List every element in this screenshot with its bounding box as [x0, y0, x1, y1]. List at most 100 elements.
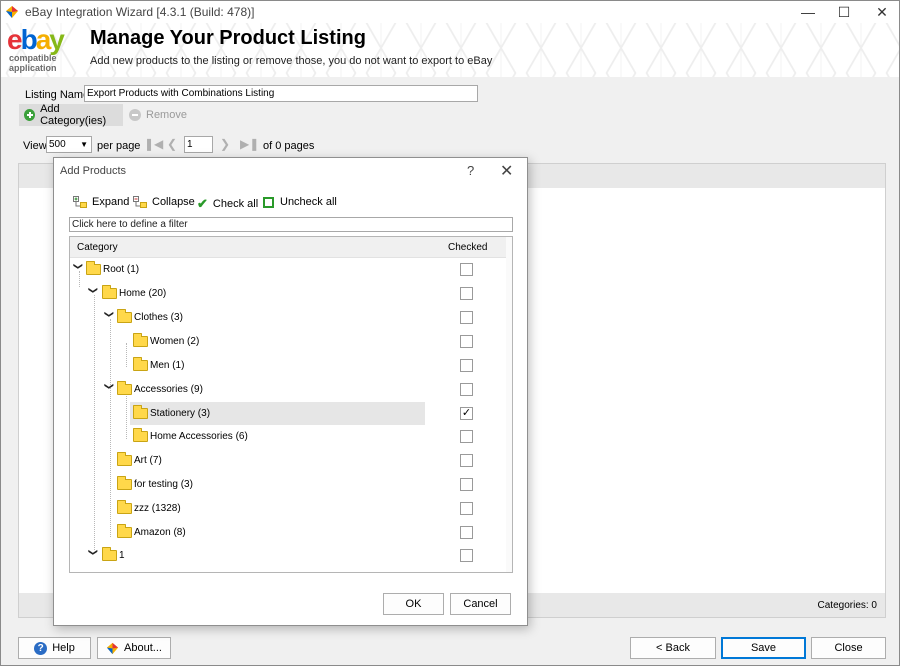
- row-checkbox[interactable]: ✓: [460, 407, 473, 420]
- about-button[interactable]: About...: [97, 637, 171, 659]
- add-products-dialog: Add Products ? ✕ Expand Collapse ✔ Check…: [53, 157, 528, 626]
- app-icon: [6, 6, 18, 18]
- view-label: View: [23, 140, 47, 152]
- tree-row-home[interactable]: ❯ Home (20): [70, 283, 508, 305]
- row-checkbox[interactable]: [460, 430, 473, 443]
- dialog-title: Add Products: [60, 165, 127, 177]
- tree-row-zzz[interactable]: zzz (1328): [70, 498, 508, 520]
- tree-row-women[interactable]: Women (2): [70, 331, 508, 353]
- ebay-logo: ebay compatible application: [7, 24, 79, 74]
- about-icon: [106, 642, 119, 654]
- row-checkbox[interactable]: [460, 549, 473, 562]
- back-button[interactable]: < Back: [630, 637, 716, 659]
- folder-icon: [117, 309, 132, 323]
- listing-name-input[interactable]: Export Products with Combinations Listin…: [84, 85, 478, 102]
- folder-icon: [117, 452, 132, 466]
- prev-page-icon[interactable]: ❮: [167, 137, 177, 151]
- row-checkbox[interactable]: [460, 502, 473, 515]
- check-all-button[interactable]: ✔ Check all: [197, 196, 258, 212]
- tree-row-clothes[interactable]: ❯ Clothes (3): [70, 307, 508, 329]
- remove-label: Remove: [146, 109, 187, 121]
- folder-icon: [133, 357, 148, 371]
- folder-icon: [86, 261, 101, 275]
- about-button-label: About...: [124, 642, 162, 654]
- empty-checkbox-icon: [263, 196, 274, 208]
- per-page-select[interactable]: 500 ▼: [46, 136, 92, 153]
- tree-row-art[interactable]: Art (7): [70, 450, 508, 472]
- add-categories-label: Add Category(ies): [40, 103, 107, 127]
- tree-row-amazon[interactable]: Amazon (8): [70, 522, 508, 544]
- collapse-icon: [133, 196, 147, 208]
- minimize-icon[interactable]: —: [789, 1, 827, 23]
- row-checkbox[interactable]: [460, 287, 473, 300]
- tree-row-label: Amazon (8): [134, 527, 186, 538]
- save-button[interactable]: Save: [721, 637, 806, 659]
- uncheck-all-button[interactable]: Uncheck all: [263, 196, 337, 208]
- tree-row-home-accessories[interactable]: Home Accessories (6): [70, 426, 508, 448]
- per-page-value: 500: [49, 139, 66, 150]
- row-checkbox[interactable]: [460, 263, 473, 276]
- chevron-down-icon[interactable]: ❯: [88, 549, 99, 559]
- next-page-icon[interactable]: ❯: [220, 137, 230, 151]
- row-checkbox[interactable]: [460, 526, 473, 539]
- add-icon: [24, 109, 36, 121]
- folder-icon: [117, 476, 132, 490]
- collapse-button[interactable]: Collapse: [133, 196, 195, 208]
- close-button[interactable]: Close: [811, 637, 886, 659]
- tree-row-label: Home (20): [119, 288, 167, 299]
- window-title: eBay Integration Wizard [4.3.1 (Build: 4…: [25, 5, 255, 19]
- row-checkbox[interactable]: [460, 383, 473, 396]
- tree-row-label: for testing (3): [134, 479, 193, 490]
- tree-row-label: Art (7): [134, 455, 162, 466]
- maximize-icon[interactable]: ☐: [825, 1, 863, 23]
- row-checkbox[interactable]: [460, 454, 473, 467]
- row-checkbox[interactable]: [460, 311, 473, 324]
- folder-icon: [133, 333, 148, 347]
- first-page-icon[interactable]: ❚◀: [144, 137, 163, 151]
- tree-row-stationery[interactable]: Stationery (3) ✓: [70, 402, 508, 425]
- tree-row-root[interactable]: ❯ Root (1): [70, 259, 508, 281]
- chevron-down-icon[interactable]: ❯: [104, 311, 115, 321]
- tree-row-accessories[interactable]: ❯ Accessories (9): [70, 379, 508, 401]
- category-tree: Category Checked ❯ Root (1) ❯ Home (20): [69, 236, 513, 573]
- expand-button[interactable]: Expand: [73, 196, 129, 208]
- close-icon[interactable]: ✕: [863, 1, 900, 23]
- row-checkbox[interactable]: [460, 478, 473, 491]
- tree-row-men[interactable]: Men (1): [70, 355, 508, 377]
- tree-row-for-testing[interactable]: for testing (3): [70, 474, 508, 496]
- tree-row-label: Root (1): [103, 264, 140, 275]
- ok-button[interactable]: OK: [383, 593, 444, 615]
- row-checkbox[interactable]: [460, 335, 473, 348]
- remove-icon: [129, 109, 141, 121]
- uncheck-all-label: Uncheck all: [280, 196, 337, 208]
- chevron-down-icon[interactable]: ❯: [104, 383, 115, 393]
- folder-icon: [117, 381, 132, 395]
- title-bar: eBay Integration Wizard [4.3.1 (Build: 4…: [1, 1, 899, 23]
- dialog-close-icon[interactable]: ✕: [500, 161, 513, 181]
- add-categories-button[interactable]: Add Category(ies): [19, 103, 123, 127]
- column-checked: Checked: [448, 242, 488, 253]
- remove-button[interactable]: Remove: [129, 104, 187, 126]
- page-title: Manage Your Product Listing: [90, 27, 366, 49]
- of-pages-label: of 0 pages: [263, 140, 315, 152]
- cancel-button[interactable]: Cancel: [450, 593, 511, 615]
- tree-row-label: Women (2): [150, 336, 200, 347]
- page-number-input[interactable]: 1: [184, 136, 213, 153]
- listing-name-label: Listing Name: [25, 89, 90, 101]
- logo-subtitle-1: compatible: [9, 53, 57, 63]
- collapse-label: Collapse: [152, 196, 195, 208]
- dialog-help-icon[interactable]: ?: [467, 163, 474, 178]
- filter-input[interactable]: Click here to define a filter: [69, 217, 513, 232]
- tree-row-label: zzz (1328): [134, 503, 181, 514]
- folder-icon: [133, 428, 148, 442]
- chevron-down-icon[interactable]: ❯: [73, 263, 84, 273]
- folder-icon: [117, 524, 132, 538]
- help-button[interactable]: ? Help: [18, 637, 91, 659]
- page-header: ebay compatible application Manage Your …: [1, 23, 899, 77]
- checkmark-icon: ✔: [197, 196, 208, 211]
- chevron-down-icon[interactable]: ❯: [88, 287, 99, 297]
- row-checkbox[interactable]: [460, 359, 473, 372]
- tree-row-1[interactable]: ❯ 1: [70, 545, 508, 567]
- last-page-icon[interactable]: ▶❚: [240, 137, 259, 151]
- ebay-logo-text: ebay: [7, 24, 65, 55]
